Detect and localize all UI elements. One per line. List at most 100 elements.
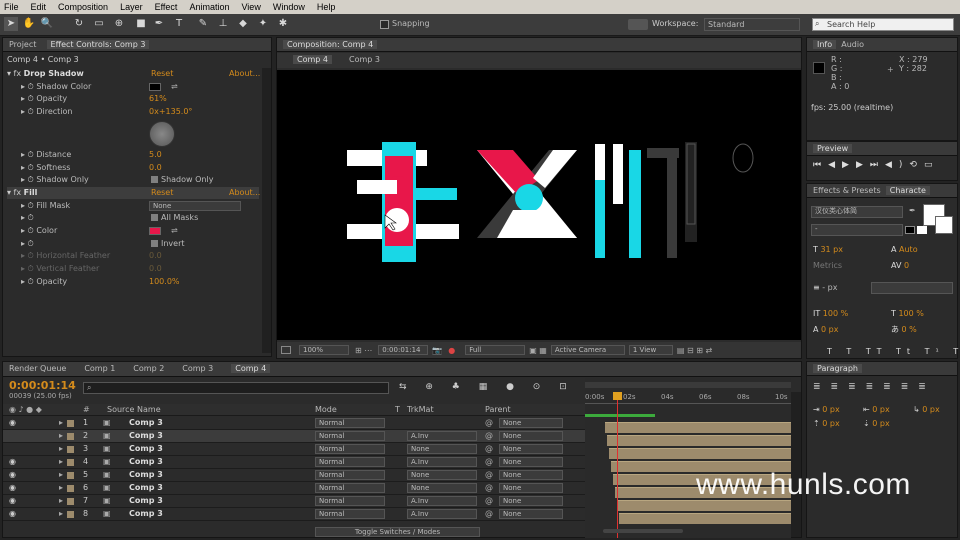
pickwhip-icon[interactable]: @ xyxy=(485,417,493,429)
subtab-comp3[interactable]: Comp 3 xyxy=(349,55,380,64)
preview-controls[interactable]: ⏮◀▶▶⏭◀)⟲▭ xyxy=(813,160,939,170)
current-time-indicator[interactable] xyxy=(617,392,618,538)
prop-row[interactable]: ▸ ⏱ Shadow Color ⇌ xyxy=(21,81,259,93)
menu-help[interactable]: Help xyxy=(317,2,336,12)
trkmat-select[interactable]: None xyxy=(407,444,477,454)
timeline-timecode[interactable]: 0:00:01:14 xyxy=(9,379,76,392)
subtab-comp4[interactable]: Comp 4 xyxy=(293,55,332,64)
trkmat-select[interactable]: A.Inv xyxy=(407,457,477,467)
prop-row[interactable]: ▸ ⏱ Distance 5.0 xyxy=(21,149,259,161)
toggle-switches-button[interactable]: Toggle Switches / Modes xyxy=(315,527,480,537)
parent-select[interactable]: None xyxy=(499,496,563,506)
eyedropper-icon[interactable]: ✒ xyxy=(909,206,916,215)
fill-mask-select[interactable]: None xyxy=(149,200,241,211)
timeline-search-input[interactable] xyxy=(83,382,389,394)
menu-animation[interactable]: Animation xyxy=(189,2,229,12)
timeline-tab-comp-2[interactable]: Comp 2 xyxy=(133,364,164,373)
zoom-slider[interactable] xyxy=(603,529,683,533)
pickwhip-icon[interactable]: @ xyxy=(485,495,493,507)
workspace-select[interactable]: Standard xyxy=(704,18,800,31)
label-color[interactable] xyxy=(67,433,74,440)
prop-row[interactable]: ▸ ⏱ All Masks xyxy=(21,212,259,224)
hand-tool-icon[interactable]: ✋ xyxy=(22,17,36,31)
parent-select[interactable]: None xyxy=(499,431,563,441)
expand-icon[interactable]: ▸ xyxy=(59,508,63,520)
layer-mode-select[interactable]: Normal xyxy=(315,418,385,428)
prop-row[interactable]: ▸ ⏱ Shadow Only Shadow Only xyxy=(21,174,259,186)
layer-mode-select[interactable]: Normal xyxy=(315,431,385,441)
menu-view[interactable]: View xyxy=(241,2,260,12)
expand-icon[interactable]: ▸ xyxy=(59,482,63,494)
pickwhip-icon[interactable]: @ xyxy=(485,443,493,455)
tab-composition[interactable]: Composition: Comp 4 xyxy=(283,40,378,49)
source-name-header[interactable]: Source Name xyxy=(107,405,161,414)
visibility-eye-icon[interactable]: ◉ xyxy=(9,417,16,429)
zoom-select[interactable]: 100% xyxy=(299,345,349,355)
layer-name[interactable]: Comp 3 xyxy=(129,482,163,494)
search-help-input[interactable]: Search Help xyxy=(812,18,954,31)
parent-select[interactable]: None xyxy=(499,457,563,467)
label-color[interactable] xyxy=(67,498,74,505)
fill-color-swatch[interactable] xyxy=(149,227,161,235)
pen-tool-icon[interactable]: ✒ xyxy=(152,17,166,31)
region-icon[interactable]: ▣ ▦ xyxy=(529,346,547,355)
view-layout-select[interactable]: 1 View xyxy=(628,345,673,355)
shadow-color-swatch[interactable] xyxy=(149,82,161,91)
label-color[interactable] xyxy=(67,511,74,518)
expand-icon[interactable]: ▸ xyxy=(59,417,63,429)
layer-row[interactable]: ◉ ▸ 1 ▣ Comp 3 Normal @ None xyxy=(3,417,585,430)
tab-effects-presets[interactable]: Effects & Presets xyxy=(813,186,881,195)
direction-dial[interactable] xyxy=(149,120,175,147)
white-swatch[interactable] xyxy=(917,226,927,234)
layer-name[interactable]: Comp 3 xyxy=(129,417,163,429)
menu-composition[interactable]: Composition xyxy=(58,2,108,12)
layer-name[interactable]: Comp 3 xyxy=(129,443,163,455)
timeline-tab-comp-4[interactable]: Comp 4 xyxy=(231,364,271,373)
resolution-select[interactable]: Full xyxy=(465,345,526,355)
pan-behind-tool-icon[interactable]: ⊕ xyxy=(112,17,126,31)
parent-select[interactable]: None xyxy=(499,483,563,493)
label-color[interactable] xyxy=(67,485,74,492)
prop-row[interactable]: ▸ ⏱ Opacity 61% xyxy=(21,93,259,105)
t-header[interactable]: T xyxy=(395,405,400,414)
visibility-eye-icon[interactable]: ◉ xyxy=(9,482,16,494)
label-color[interactable] xyxy=(67,446,74,453)
tab-info[interactable]: Info xyxy=(813,40,837,49)
timeline-tab-render-queue[interactable]: Render Queue xyxy=(9,364,66,373)
timeline-scrollbar[interactable] xyxy=(791,392,801,537)
layer-row[interactable]: ◉ ▸ 7 ▣ Comp 3 Normal A.Inv @ None xyxy=(3,495,585,508)
layer-row[interactable]: ▸ 3 ▣ Comp 3 Normal None @ None xyxy=(3,443,585,456)
clone-tool-icon[interactable]: ⊥ xyxy=(216,17,230,31)
playhead-handle[interactable] xyxy=(613,392,622,400)
pickwhip-icon[interactable]: @ xyxy=(485,469,493,481)
layer-mode-select[interactable]: Normal xyxy=(315,444,385,454)
pickwhip-icon[interactable]: @ xyxy=(485,482,493,494)
visibility-eye-icon[interactable]: ◉ xyxy=(9,469,16,481)
expand-icon[interactable]: ▸ xyxy=(59,456,63,468)
prop-row[interactable]: ▸ ⏱ Opacity 100.0% xyxy=(21,276,259,288)
timeline-tab-comp-3[interactable]: Comp 3 xyxy=(182,364,213,373)
layer-mode-select[interactable]: Normal xyxy=(315,470,385,480)
selection-tool-icon[interactable]: ➤ xyxy=(4,17,18,31)
font-style-select[interactable]: - xyxy=(811,224,903,236)
layer-mode-select[interactable]: Normal xyxy=(315,509,385,519)
mode-header[interactable]: Mode xyxy=(315,405,337,414)
puppet-tool-icon[interactable]: ✱ xyxy=(276,17,290,31)
parent-select[interactable]: None xyxy=(499,444,563,454)
trkmat-select[interactable]: None xyxy=(407,470,477,480)
visibility-eye-icon[interactable]: ◉ xyxy=(9,456,16,468)
layer-row[interactable]: ◉ ▸ 4 ▣ Comp 3 Normal A.Inv @ None xyxy=(3,456,585,469)
view-options-icon[interactable]: ▤ ⊟ ⊞ ⇄ xyxy=(677,346,712,355)
pickwhip-icon[interactable]: @ xyxy=(485,508,493,520)
stroke-type-select[interactable] xyxy=(871,282,953,294)
channel-icon[interactable]: ● xyxy=(448,346,455,355)
expand-icon[interactable]: ▸ xyxy=(59,430,63,442)
camera-tool-icon[interactable]: ▭ xyxy=(92,17,106,31)
pickwhip-icon[interactable]: @ xyxy=(485,456,493,468)
brush-tool-icon[interactable]: ✎ xyxy=(196,17,210,31)
prop-row[interactable]: ▸ ⏱ Softness 0.0 xyxy=(21,162,259,174)
parent-select[interactable]: None xyxy=(499,418,563,428)
timeline-switch-icons[interactable]: ⇆ ⊕ ♣ ▦ ● ⊙ ⊡ xyxy=(399,382,575,392)
layer-mode-select[interactable]: Normal xyxy=(315,483,385,493)
black-swatch[interactable] xyxy=(905,226,915,234)
